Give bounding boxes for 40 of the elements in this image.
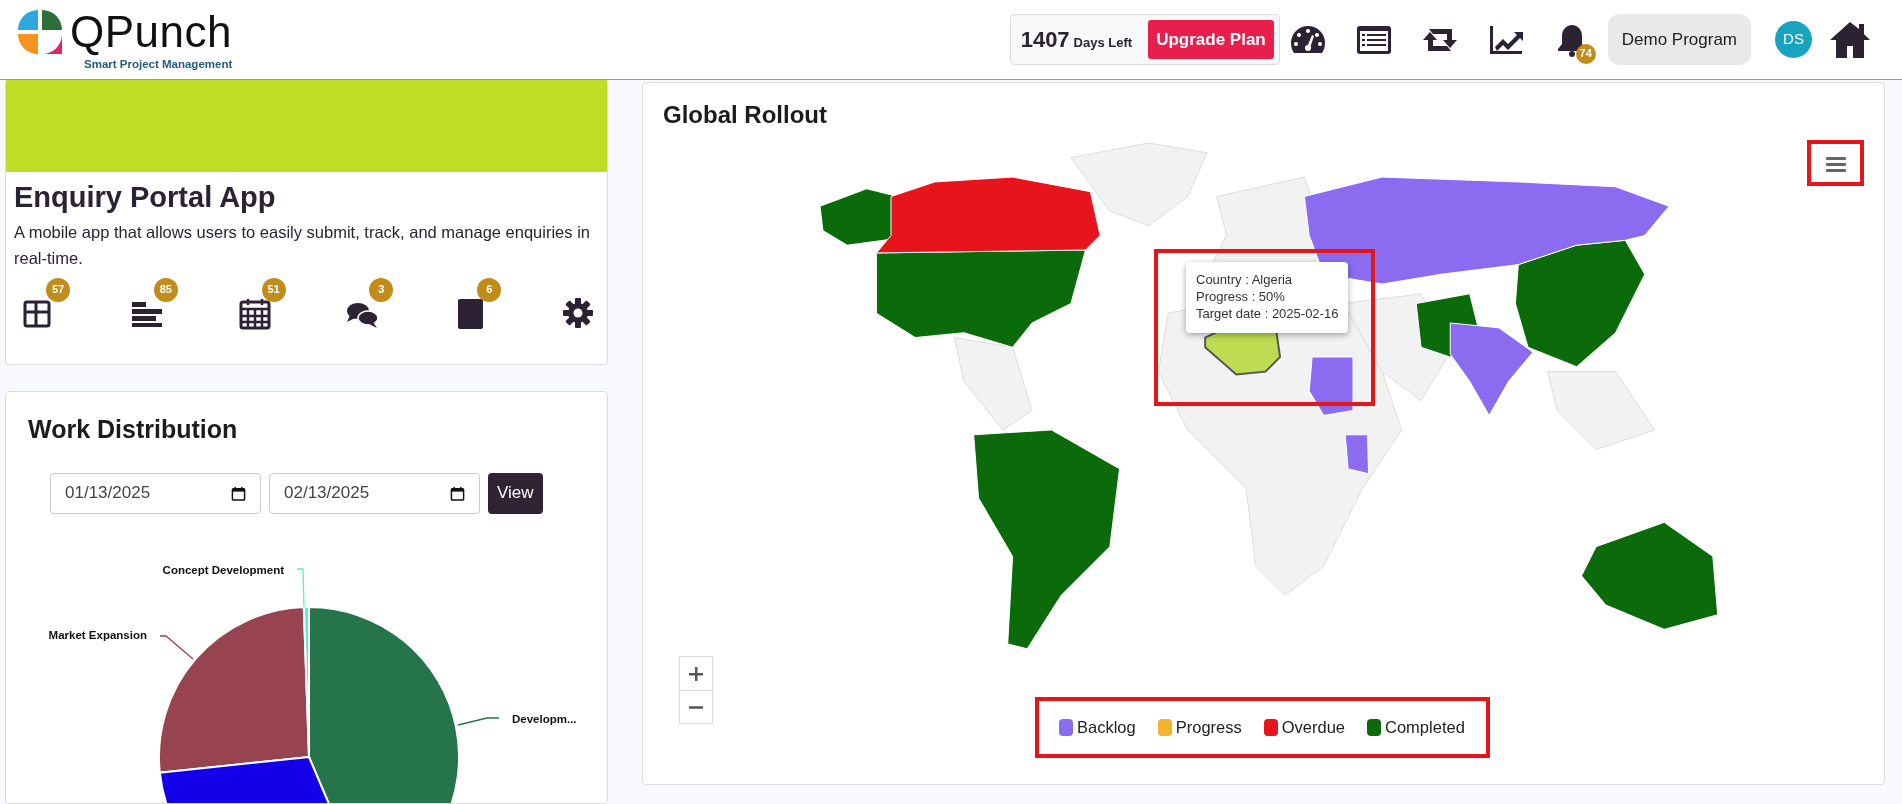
count-badge: 57 (46, 277, 70, 302)
tooltip-line: Progress : 50% (1196, 288, 1286, 306)
days-label: Days Left (1073, 34, 1133, 52)
slice-label: Market Expansion (48, 628, 147, 641)
legend-label[interactable]: Completed (1385, 714, 1465, 740)
legend-label[interactable]: Progress (1175, 714, 1242, 740)
settings-icon[interactable] (561, 295, 595, 330)
pie-slice[interactable] (158, 605, 310, 774)
leader-line (457, 716, 500, 726)
pie-slice[interactable] (308, 605, 460, 803)
count-badge: 51 (261, 277, 286, 302)
section-title: Global Rollout (662, 100, 828, 130)
program-button[interactable]: Demo Program (1607, 13, 1751, 66)
legend-label[interactable]: Backlog (1077, 714, 1136, 740)
view-button[interactable]: View (488, 472, 543, 514)
menu-icon (1825, 155, 1846, 172)
legend-label[interactable]: Overdue (1281, 714, 1346, 740)
minus-icon (689, 706, 703, 710)
slice-label: Concept Development (162, 563, 284, 576)
tooltip-line: Country : Algeria (1196, 272, 1294, 289)
tooltip-line: Target date : 2025-02-16 (1196, 305, 1339, 323)
brand-tagline: Smart Project Management (84, 56, 233, 72)
slice-label: Developm... (512, 712, 577, 725)
project-title: Enquiry Portal App (14, 180, 277, 215)
date-field[interactable]: 02/13/2025 (269, 472, 480, 514)
upgrade-button[interactable]: Upgrade Plan (1148, 19, 1274, 60)
leader-line (159, 634, 194, 660)
leader-line (296, 567, 305, 608)
count-badge: 3 (369, 277, 394, 302)
count-badge: 85 (153, 277, 178, 302)
count-badge: 6 (477, 277, 502, 302)
brand-name: QPunch (70, 9, 232, 54)
project-description: A mobile app that allows users to easily submit, track, and manage enquiries in real-time. (14, 221, 591, 270)
plus-icon (688, 666, 704, 683)
section-title: Work Distribution (28, 413, 239, 444)
pie-slice[interactable] (302, 605, 310, 758)
notification-count: 74 (1575, 43, 1596, 64)
world-map-drawing[interactable] (819, 142, 1719, 650)
date-field[interactable]: 01/13/2025 (50, 472, 261, 514)
days-count: 1407 (1020, 26, 1070, 54)
